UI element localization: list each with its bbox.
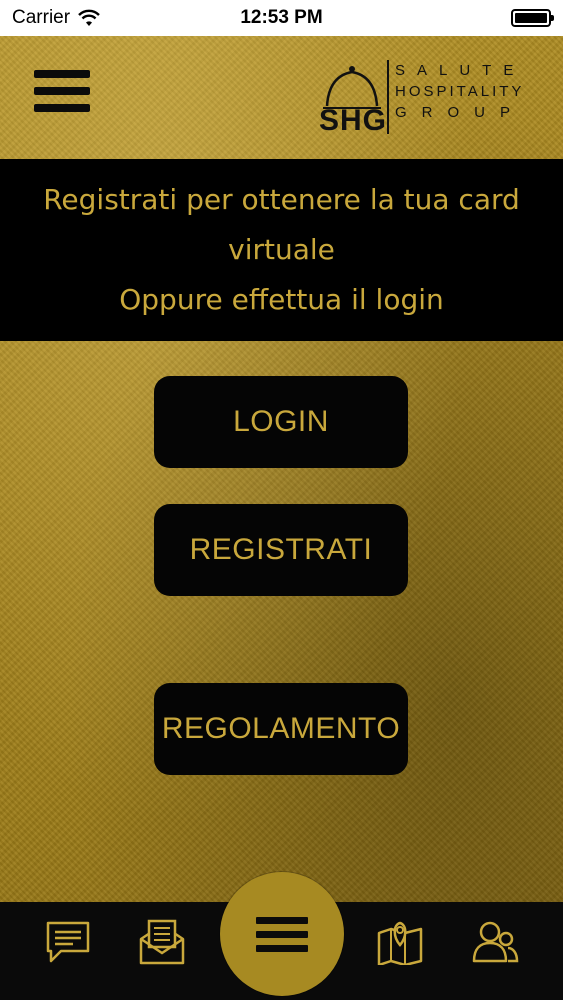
tab-chat[interactable] [38, 912, 98, 972]
info-banner: Registrati per ottenere la tua card virt… [0, 159, 563, 341]
chat-icon [46, 921, 90, 963]
register-button[interactable]: REGISTRATI [154, 504, 408, 596]
login-button[interactable]: LOGIN [154, 376, 408, 468]
logo-word-group: GROUP [395, 104, 526, 121]
battery-icon [511, 9, 554, 27]
hamburger-menu-icon[interactable] [34, 70, 90, 112]
center-menu-button[interactable] [220, 872, 344, 996]
rules-button[interactable]: REGOLAMENTO [154, 683, 408, 775]
wifi-icon [78, 9, 100, 26]
battery-level [515, 13, 547, 23]
logo-word-salute: SALUTE [395, 62, 526, 79]
menu-line [34, 104, 90, 112]
center-menu-line [256, 916, 308, 924]
tab-map[interactable] [370, 912, 430, 972]
brand-logo: SHG SALUTE HOSPITALITY GROUP [319, 58, 531, 138]
tab-users[interactable] [465, 912, 525, 972]
center-menu-line [256, 944, 308, 952]
menu-line [34, 87, 90, 95]
center-menu-line [256, 930, 308, 938]
logo-words: SALUTE HOSPITALITY GROUP [395, 62, 525, 121]
status-left: Carrier [12, 7, 100, 29]
banner-line-3: Oppure effettua il login [119, 283, 444, 316]
logo-divider [387, 60, 389, 134]
map-icon [377, 921, 423, 965]
header: SHG SALUTE HOSPITALITY GROUP [0, 36, 563, 159]
menu-line [34, 70, 90, 78]
banner-line-2: virtuale [228, 233, 335, 266]
status-bar: Carrier 12:53 PM [0, 0, 563, 36]
banner-line-1: Registrati per ottenere la tua card [43, 183, 520, 216]
logo-monogram: SHG [319, 104, 388, 137]
carrier-label: Carrier [12, 7, 71, 28]
logo-word-hospitality: HOSPITALITY [395, 83, 525, 100]
users-icon [472, 921, 519, 963]
tab-mail[interactable] [132, 912, 192, 972]
mail-icon [139, 919, 185, 965]
